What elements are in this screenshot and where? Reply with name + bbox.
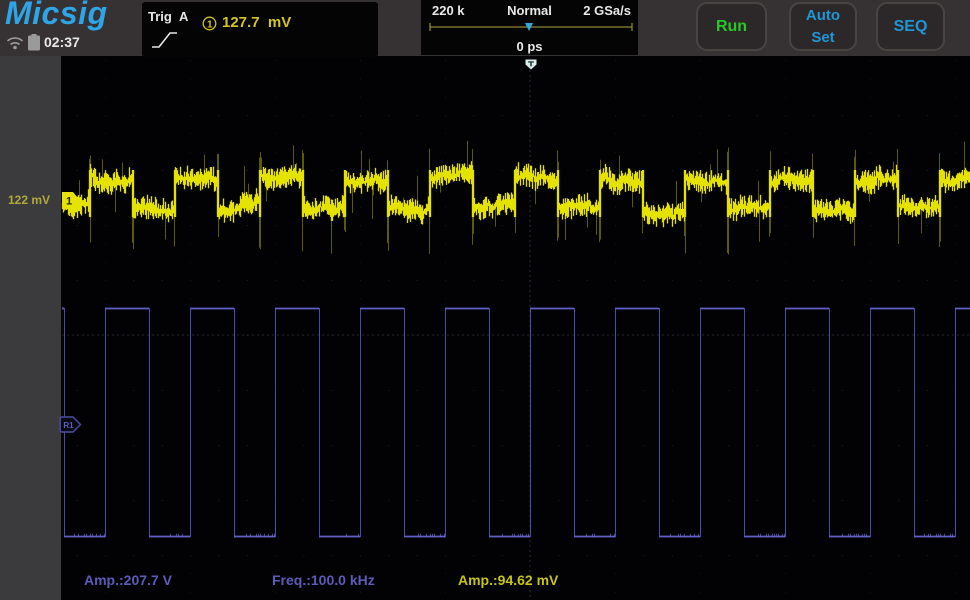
- svg-text:R1: R1: [63, 421, 74, 430]
- svg-text:1: 1: [207, 19, 213, 30]
- svg-text:1: 1: [66, 196, 72, 208]
